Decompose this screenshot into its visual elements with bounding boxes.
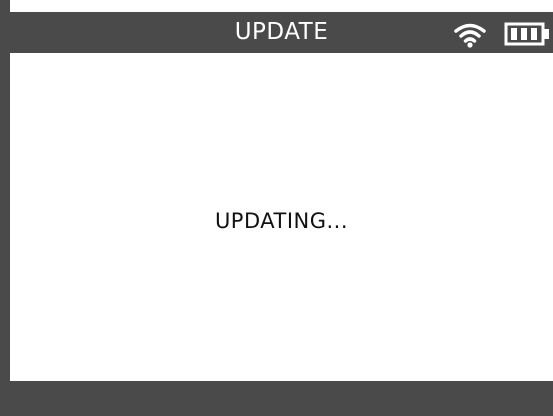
status-message: UPDATING... — [214, 209, 349, 233]
wifi-icon — [454, 23, 486, 48]
main-content: UPDATING... — [10, 53, 553, 381]
battery-icon — [504, 22, 549, 46]
footer-bar — [10, 381, 553, 416]
device-screen: UPDATE UPDATING... — [0, 0, 553, 416]
header-bar: UPDATE — [10, 12, 553, 53]
left-frame-border — [0, 0, 10, 416]
